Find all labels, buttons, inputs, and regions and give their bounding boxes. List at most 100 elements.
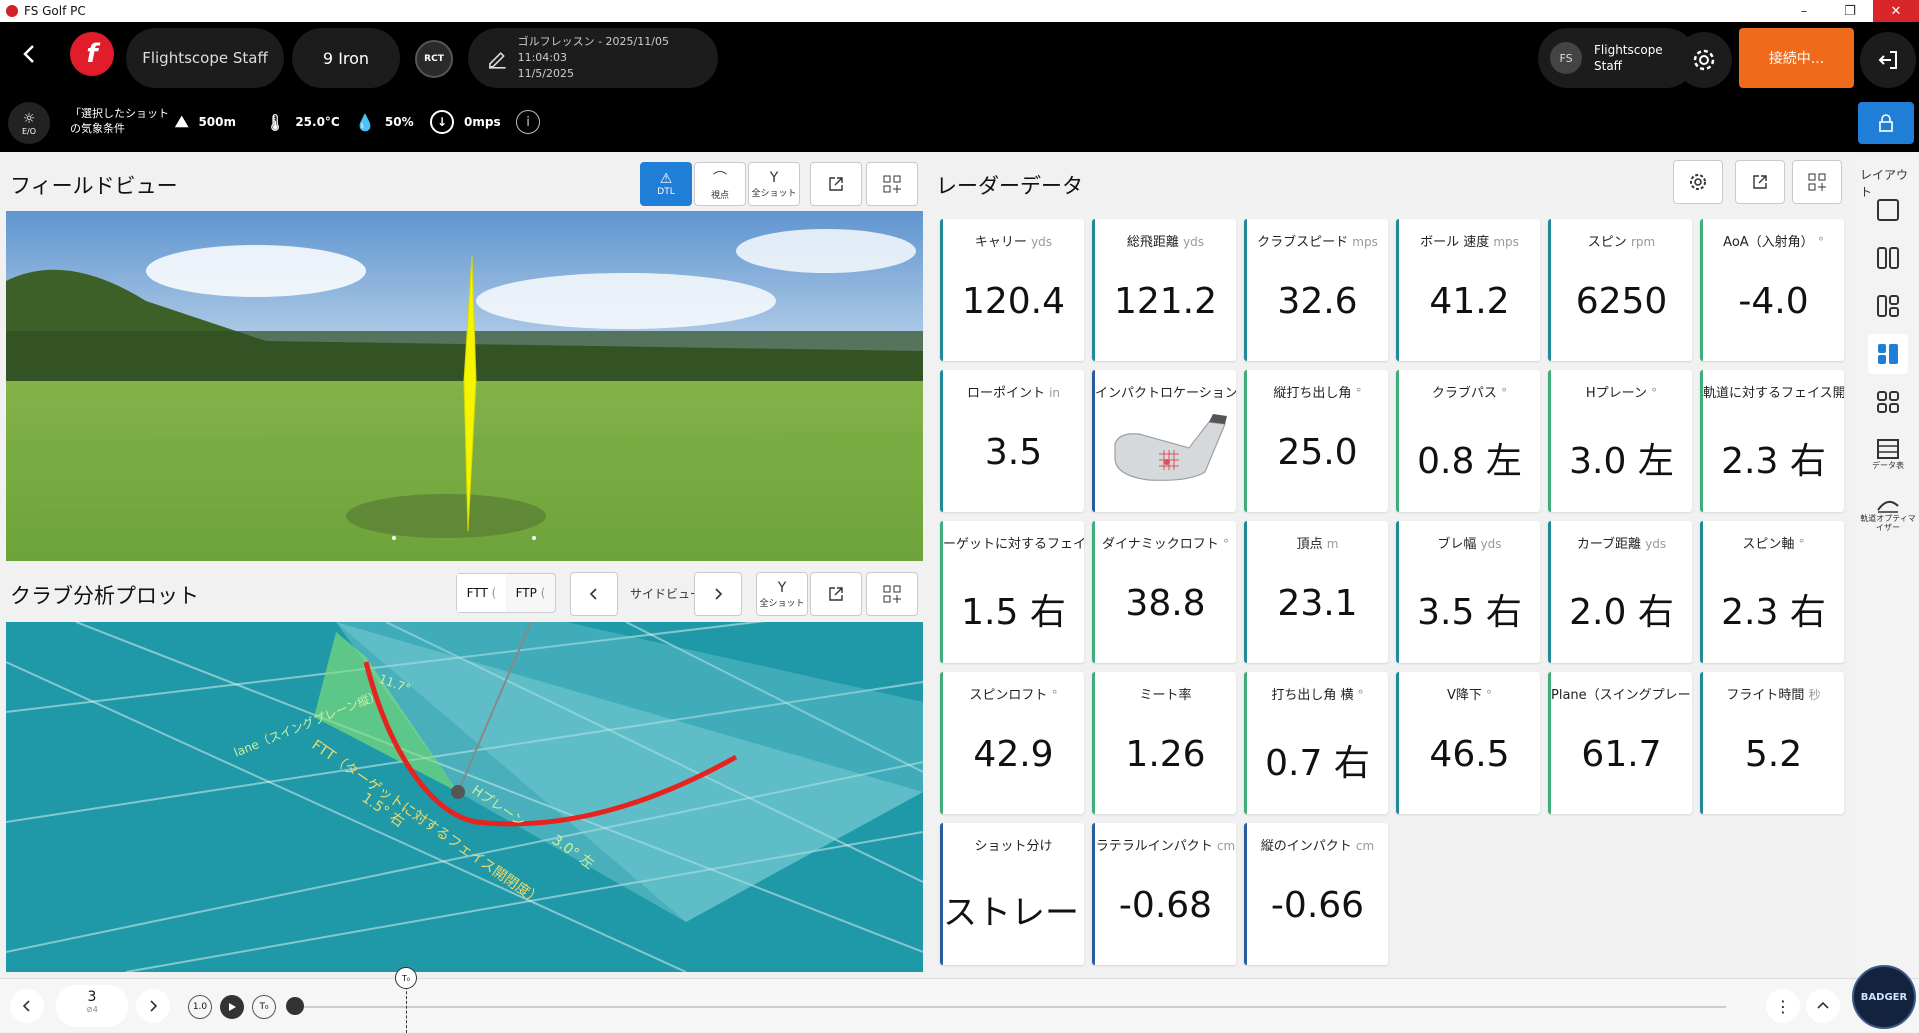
- metric-card-h-plane[interactable]: Hプレーン ° 3.0 左: [1548, 370, 1692, 512]
- metric-value: 5.2: [1744, 734, 1803, 775]
- connect-button[interactable]: 接続中...: [1739, 28, 1854, 88]
- metric-card-horizontal-launch[interactable]: 打ち出し角 横 ° 0.7 右: [1244, 672, 1388, 814]
- metric-card-apex[interactable]: 頂点 m 23.1: [1244, 521, 1388, 663]
- plot-all-shots-button[interactable]: Y 全ショット: [756, 572, 808, 616]
- metric-card-face-to-target[interactable]: ーゲットに対するフェイス開1.5 右: [940, 521, 1084, 663]
- metric-value: 25.0: [1277, 432, 1358, 473]
- metric-value: 42.9: [973, 734, 1054, 775]
- layout-active-icon: [1878, 344, 1898, 364]
- gear-icon: [1690, 174, 1706, 190]
- metric-card-lateral-impact[interactable]: ラテラルインパクト cm -0.68: [1092, 823, 1236, 965]
- dtl-button[interactable]: ⚠ DTL: [640, 162, 692, 206]
- altitude-icon: ⛰: [175, 112, 189, 131]
- metric-value: 3.5: [984, 432, 1043, 473]
- layout-three-pane-icon: [1877, 295, 1899, 317]
- club-selector[interactable]: 9 Iron: [292, 28, 400, 88]
- lock-button[interactable]: [1858, 102, 1914, 144]
- metric-card-lateral-deviation[interactable]: ブレ幅 yds 3.5 右: [1396, 521, 1540, 663]
- plot-next-view[interactable]: [694, 572, 742, 616]
- back-button[interactable]: [10, 34, 50, 74]
- field-layout-button[interactable]: [866, 162, 918, 206]
- plot-prev-view[interactable]: [570, 572, 618, 616]
- altitude-value: 500m: [198, 115, 237, 129]
- tab-ftt[interactable]: FTT (: [457, 574, 506, 612]
- metric-card-flight-time[interactable]: フライト時間 秒 5.2: [1700, 672, 1844, 814]
- metric-card-carry[interactable]: キャリー yds 120.4: [940, 219, 1084, 361]
- metric-card-descent-angle[interactable]: V降下 ° 46.5: [1396, 672, 1540, 814]
- metric-card-total[interactable]: 総飛距離 yds 121.2: [1092, 219, 1236, 361]
- all-shots-button[interactable]: Y 全ショット: [748, 162, 800, 206]
- t0-button[interactable]: T₀: [252, 995, 276, 1019]
- tab-ftp[interactable]: FTP (: [506, 574, 555, 612]
- metric-card-club-path[interactable]: クラブパス ° 0.8 左: [1396, 370, 1540, 512]
- minimize-icon[interactable]: –: [1781, 0, 1827, 22]
- metric-card-face-to-path[interactable]: 軌道に対するフェイス開閉 2.3 右: [1700, 370, 1844, 512]
- radar-settings-button[interactable]: [1673, 160, 1723, 204]
- layout-three-pane-button[interactable]: [1868, 286, 1908, 326]
- playback-speed-button[interactable]: 1.0: [188, 995, 212, 1019]
- thermometer-icon: 🌡: [265, 112, 286, 132]
- weather-toggle-label: E/O: [21, 126, 37, 136]
- radar-layout-button[interactable]: [1792, 160, 1842, 204]
- metric-card-dynamic-loft[interactable]: ダイナミックロフト ° 38.8: [1092, 521, 1236, 663]
- club-plot-canvas[interactable]: 11.7° lane（スイングプレーン縦） FTT（ターゲットに対するフェイス開…: [6, 622, 923, 972]
- metric-card-low-point[interactable]: ローポイント in 3.5: [940, 370, 1084, 512]
- temperature-value: 25.0°C: [295, 115, 340, 129]
- metric-card-spin[interactable]: スピン rpm 6250: [1548, 219, 1692, 361]
- metric-value: -0.66: [1270, 885, 1365, 926]
- exit-button[interactable]: [1860, 32, 1916, 88]
- metric-card-spin-loft[interactable]: スピンロフト ° 42.9: [940, 672, 1084, 814]
- user-pill[interactable]: Flightscope Staff: [126, 28, 284, 88]
- metric-card-aoa[interactable]: AoA（入射角） ° -4.0: [1700, 219, 1844, 361]
- metric-card-curve-distance[interactable]: カーブ距離 yds 2.0 右: [1548, 521, 1692, 663]
- metric-card-smash-factor[interactable]: ミート率 1.26: [1092, 672, 1236, 814]
- plot-export-button[interactable]: [810, 572, 862, 616]
- more-icon[interactable]: ⋮: [1766, 989, 1800, 1023]
- next-shot-button[interactable]: [136, 989, 170, 1023]
- prev-shot-button[interactable]: [10, 989, 44, 1023]
- plot-layout-button[interactable]: [866, 572, 918, 616]
- layout-two-column-button[interactable]: [1868, 238, 1908, 278]
- field-export-button[interactable]: [810, 162, 862, 206]
- rct-badge[interactable]: RCT: [415, 40, 453, 78]
- layout-single-button[interactable]: [1868, 190, 1908, 230]
- close-window-icon[interactable]: ✕: [1873, 0, 1919, 22]
- metric-card-ball-speed[interactable]: ボール 速度 mps 41.2: [1396, 219, 1540, 361]
- metric-value: 61.7: [1581, 734, 1662, 775]
- session-pill[interactable]: ゴルフレッスン - 2025/11/05 11:04:03 11/5/2025: [468, 28, 718, 88]
- restore-icon[interactable]: ❐: [1827, 0, 1873, 22]
- field-view-canvas[interactable]: [6, 211, 923, 561]
- t0-marker[interactable]: T₀: [395, 967, 417, 989]
- shot-counter[interactable]: 3 ⊘4: [56, 985, 128, 1027]
- settings-button[interactable]: [1676, 32, 1732, 88]
- weather-toggle[interactable]: ☼ E/O: [8, 102, 50, 144]
- metric-value: -4.0: [1738, 281, 1809, 322]
- metric-card-vertical-launch[interactable]: 縦打ち出し角 ° 25.0: [1244, 370, 1388, 512]
- all-shots-label: 全ショット: [751, 188, 797, 199]
- window-title: FS Golf PC: [24, 4, 86, 18]
- metric-card-v-plane[interactable]: Plane（スイングプレーン縦61.7: [1548, 672, 1692, 814]
- trajectory-optimizer-button[interactable]: 軌道オプティマ イザー: [1860, 486, 1916, 542]
- dtl-label: DTL: [657, 187, 675, 197]
- timeline-handle[interactable]: [286, 997, 304, 1015]
- flightscope-logo: f: [70, 32, 114, 76]
- play-button[interactable]: [220, 995, 244, 1019]
- profile-pill[interactable]: FS Flightscope Staff: [1538, 28, 1696, 88]
- chevron-left-icon: [589, 588, 597, 600]
- metric-value: 3.5 右: [1417, 592, 1522, 633]
- viewpoint-button[interactable]: ⌒ 視点: [694, 162, 746, 206]
- metric-card-club-speed[interactable]: クラブスピード mps 32.6: [1244, 219, 1388, 361]
- info-icon[interactable]: i: [516, 110, 540, 134]
- metric-card-vertical-impact[interactable]: 縦のインパクト cm -0.66: [1244, 823, 1388, 965]
- expand-button[interactable]: [1806, 989, 1840, 1023]
- metric-card-impact-location[interactable]: インパクトロケーション: [1092, 370, 1236, 512]
- timeline-track[interactable]: [296, 1006, 1726, 1008]
- layout-four-pane-button[interactable]: [1868, 382, 1908, 422]
- metric-card-spin-axis[interactable]: スピン軸 ° 2.3 右: [1700, 521, 1844, 663]
- wind-value: 0mps: [464, 115, 501, 129]
- metric-card-shot-shape[interactable]: ショット分けストレート: [940, 823, 1084, 965]
- data-table-button[interactable]: データ表: [1868, 430, 1908, 478]
- weather-label-line1: 「選択したショット: [70, 107, 169, 120]
- radar-export-button[interactable]: [1735, 160, 1785, 204]
- layout-active-button[interactable]: [1868, 334, 1908, 374]
